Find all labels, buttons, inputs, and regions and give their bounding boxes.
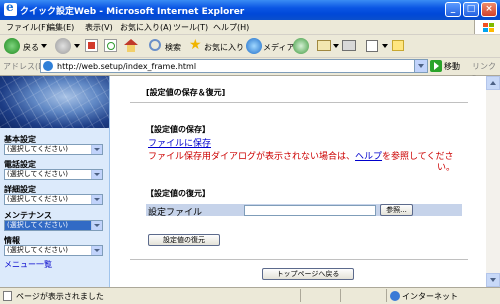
back-label[interactable]: 戻る — [23, 42, 39, 53]
menu-help[interactable]: ヘルプ(H) — [213, 22, 249, 33]
menu-list-link[interactable]: メニュー一覧 — [4, 259, 52, 270]
save-section-title: 【設定値の保存】 — [146, 125, 210, 134]
mail-dropdown-icon[interactable] — [333, 44, 339, 48]
address-input[interactable]: http://web.setup/index_frame.html — [40, 59, 428, 73]
windows-logo-icon — [474, 20, 500, 34]
search-icon[interactable] — [149, 39, 161, 51]
edit-icon[interactable] — [366, 40, 378, 52]
chevron-down-icon[interactable] — [91, 145, 102, 154]
page-title: [設定値の保存＆復元] — [146, 88, 226, 97]
stop-icon[interactable] — [85, 39, 98, 52]
toolbar: 戻る 検索 ★ お気に入り メディア — [0, 35, 500, 58]
status-separator — [340, 289, 341, 302]
status-separator — [386, 289, 387, 302]
close-button[interactable]: × — [481, 2, 497, 17]
window-title: クイック設定Web - Microsoft Internet Explorer — [20, 7, 245, 17]
page-heading: [設定値の保存＆復元] — [130, 82, 468, 103]
banner-image — [0, 76, 109, 128]
maximize-button[interactable]: □ — [463, 2, 479, 17]
address-url[interactable]: http://web.setup/index_frame.html — [57, 62, 196, 71]
refresh-icon[interactable] — [104, 39, 117, 52]
internet-zone-icon — [390, 291, 400, 301]
divider — [130, 259, 468, 260]
scroll-down-icon[interactable] — [486, 273, 500, 287]
sidebar-select-advanced[interactable]: (選択してください) — [4, 194, 103, 205]
sidebar-select-basic-value: (選択してください) — [7, 145, 69, 153]
media-icon[interactable] — [246, 38, 262, 54]
chevron-down-icon[interactable] — [91, 221, 102, 230]
save-error-message: ファイル保存用ダイアログが表示されない場合は、ヘルプを参照してくださ — [148, 149, 454, 162]
go-button[interactable]: 移動 — [444, 61, 460, 72]
forward-dropdown-icon[interactable] — [74, 44, 80, 48]
status-separator — [300, 289, 301, 302]
favorites-label[interactable]: お気に入り — [204, 42, 244, 53]
favorites-star-icon[interactable]: ★ — [189, 37, 202, 53]
menu-view[interactable]: 表示(V) — [85, 22, 113, 33]
address-bar: アドレス(D) http://web.setup/index_frame.htm… — [0, 58, 500, 81]
sidebar-select-basic[interactable]: (選択してください) — [4, 144, 103, 155]
menu-tools[interactable]: ツール(T) — [173, 22, 208, 33]
error-text-before: ファイル保存用ダイアログが表示されない場合は、 — [148, 152, 356, 162]
sidebar-select-advanced-value: (選択してください) — [7, 195, 69, 203]
edit-dropdown-icon[interactable] — [382, 44, 388, 48]
search-label[interactable]: 検索 — [165, 42, 181, 53]
menu-bar: ファイル(F) 編集(E) 表示(V) お気に入り(A) ツール(T) ヘルプ(… — [0, 20, 500, 35]
scroll-up-icon[interactable] — [486, 76, 500, 90]
media-label[interactable]: メディア — [263, 42, 294, 53]
messenger-icon[interactable] — [392, 40, 404, 51]
status-message: ページが表示されました — [16, 292, 104, 301]
file-field-label: 設定ファイル — [148, 208, 203, 218]
save-to-file-link[interactable]: ファイルに保存 — [148, 136, 211, 149]
browse-button[interactable]: 参照... — [380, 204, 413, 216]
restore-settings-button[interactable]: 設定値の復元 — [148, 234, 220, 246]
back-to-top-button[interactable]: トップページへ戻る — [262, 268, 354, 280]
help-link[interactable]: ヘルプ — [355, 152, 382, 162]
home-icon[interactable] — [124, 39, 138, 52]
vertical-scrollbar[interactable] — [486, 76, 500, 287]
sidebar-select-maintenance[interactable]: (選択してください) — [4, 220, 103, 231]
chevron-down-icon[interactable] — [91, 170, 102, 179]
sidebar-select-maintenance-value: (選択してください) — [7, 221, 69, 229]
sidebar-frame: 基本設定 (選択してください) 電話設定 (選択してください) 詳細設定 (選択… — [0, 76, 110, 287]
sidebar-select-phone[interactable]: (選択してください) — [4, 169, 103, 180]
sidebar-select-info[interactable]: (選択してください) — [4, 245, 103, 256]
settings-file-input[interactable] — [244, 205, 376, 216]
chevron-down-icon[interactable] — [91, 195, 102, 204]
main-frame: [設定値の保存＆復元] 【設定値の保存】 ファイルに保存 ファイル保存用ダイアロ… — [110, 76, 486, 287]
restore-section-title: 【設定値の復元】 — [146, 189, 210, 198]
mail-icon[interactable] — [317, 40, 331, 51]
save-error-message-line2: い。 — [437, 163, 456, 173]
status-bar: ページが表示されました インターネット — [0, 287, 500, 304]
page-icon — [43, 61, 53, 71]
address-dropdown-icon[interactable] — [414, 60, 427, 72]
go-arrow-icon[interactable] — [430, 60, 442, 72]
forward-arrow-icon[interactable] — [55, 38, 71, 54]
print-icon[interactable] — [342, 40, 356, 51]
ie-app-icon — [4, 0, 17, 16]
menu-favorites[interactable]: お気に入り(A) — [120, 22, 172, 33]
browser-content: 基本設定 (選択してください) 電話設定 (選択してください) 詳細設定 (選択… — [0, 76, 500, 287]
security-zone: インターネット — [402, 292, 458, 301]
chevron-down-icon[interactable] — [91, 246, 102, 255]
menu-file[interactable]: ファイル(F) — [6, 22, 49, 33]
sidebar-select-phone-value: (選択してください) — [7, 170, 69, 178]
sidebar-select-info-value: (選択してください) — [7, 246, 69, 254]
title-bar: クイック設定Web - Microsoft Internet Explorer … — [0, 0, 500, 20]
minimize-button[interactable]: _ — [445, 2, 461, 17]
history-icon[interactable] — [293, 38, 309, 54]
back-arrow-icon[interactable] — [4, 38, 20, 54]
menu-edit[interactable]: 編集(E) — [47, 22, 74, 33]
page-done-icon — [3, 291, 12, 301]
back-dropdown-icon[interactable] — [41, 44, 47, 48]
